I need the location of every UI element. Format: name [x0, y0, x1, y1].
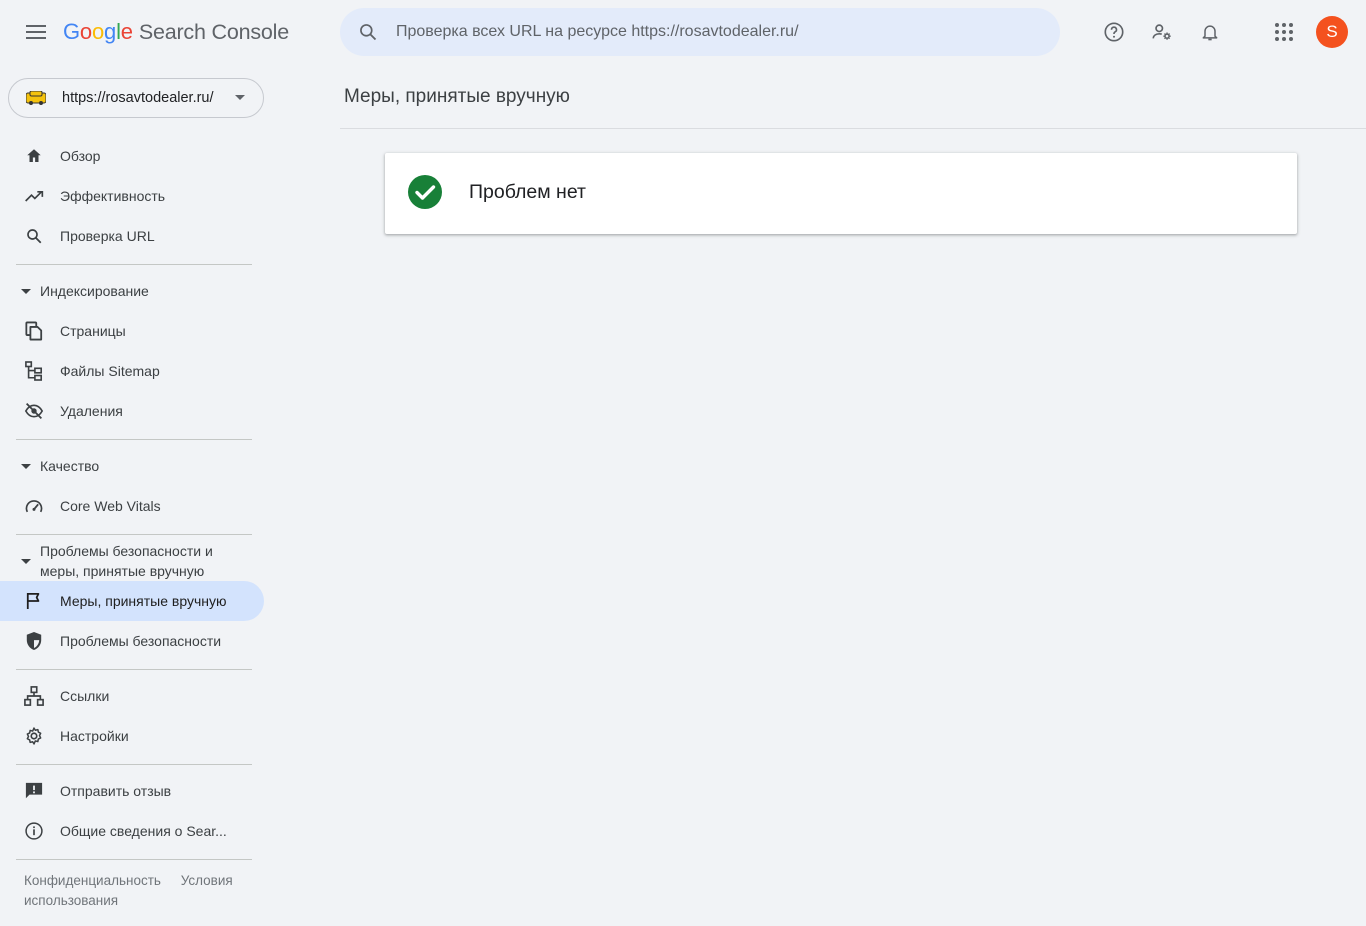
sidebar-section-security[interactable]: Проблемы безопасности и меры, принятые в… [0, 541, 264, 581]
sidebar-item-about[interactable]: Общие сведения о Sear... [0, 811, 264, 851]
sidebar-item-label: Эффективность [60, 188, 166, 204]
manage-users-button[interactable] [1142, 12, 1182, 52]
logo-letter: G [63, 19, 80, 44]
sidebar-item-send-feedback[interactable]: Отправить отзыв [0, 771, 264, 811]
sidebar-item-sitemaps[interactable]: Файлы Sitemap [0, 351, 264, 391]
help-button[interactable] [1094, 12, 1134, 52]
trending-up-icon [24, 186, 44, 206]
search-icon[interactable] [340, 22, 396, 42]
caret-down-icon [21, 463, 31, 469]
caret-down-icon [21, 288, 31, 294]
sidebar-item-manual-actions[interactable]: Меры, принятые вручную [0, 581, 264, 621]
section-title: Проблемы безопасности и меры, принятые в… [40, 543, 213, 579]
site-favicon [25, 87, 47, 109]
section-title: Индексирование [40, 283, 149, 299]
google-apps-button[interactable] [1264, 12, 1304, 52]
page-title: Меры, принятые вручную [344, 86, 570, 107]
sidebar-divider [16, 439, 252, 440]
sidebar-item-removals[interactable]: Удаления [0, 391, 264, 431]
sidebar-item-links[interactable]: Ссылки [0, 676, 264, 716]
apps-icon [1275, 23, 1293, 41]
product-name: Search Console [138, 20, 289, 44]
sidebar-item-performance[interactable]: Эффективность [0, 176, 264, 216]
pages-icon [24, 321, 44, 341]
search-input[interactable] [396, 8, 1060, 56]
home-icon [24, 146, 44, 166]
notifications-button[interactable] [1190, 12, 1230, 52]
flag-icon [24, 591, 44, 611]
sidebar-item-url-inspection[interactable]: Проверка URL [0, 216, 264, 256]
sidebar-item-overview[interactable]: Обзор [0, 136, 264, 176]
sidebar-item-security-issues[interactable]: Проблемы безопасности [0, 621, 264, 661]
links-icon [24, 686, 44, 706]
sidebar-item-core-web-vitals[interactable]: Core Web Vitals [0, 486, 264, 526]
visibility-off-icon [24, 401, 44, 421]
menu-icon [26, 25, 46, 39]
sidebar-item-label: Обзор [60, 148, 101, 164]
info-icon [24, 821, 44, 841]
logo-letter: o [79, 19, 92, 44]
sidebar-divider [16, 264, 252, 265]
sidebar-divider [16, 669, 252, 670]
footer-links: Конфиденциальность Условия использования [24, 871, 254, 911]
logo-letter: e [120, 19, 133, 44]
sidebar-section-quality[interactable]: Качество [0, 456, 264, 476]
url-inspection-search[interactable] [340, 8, 1060, 56]
speed-icon [24, 496, 44, 516]
feedback-icon [24, 781, 44, 801]
sidebar-item-label: Настройки [60, 728, 129, 744]
status-message: Проблем нет [469, 181, 586, 203]
sidebar-divider [16, 859, 252, 860]
logo-letter: o [91, 19, 105, 44]
help-icon [1104, 22, 1124, 42]
sidebar-item-label: Меры, принятые вручную [60, 593, 227, 609]
logo-letter: g [104, 19, 117, 44]
property-selector[interactable]: https://rosavtodealer.ru/ [8, 78, 264, 118]
google-search-console-logo[interactable]: Google Search Console [63, 19, 289, 45]
status-card: Проблем нет [385, 153, 1297, 234]
chevron-down-icon [235, 95, 245, 100]
sidebar-item-label: Ссылки [60, 688, 110, 704]
title-divider [340, 128, 1366, 129]
main-menu-button[interactable] [16, 12, 56, 52]
search-icon [24, 226, 44, 246]
sidebar-item-label: Проверка URL [60, 228, 155, 244]
caret-down-icon [21, 559, 31, 564]
sidebar-divider [16, 534, 252, 535]
sidebar-item-label: Core Web Vitals [60, 498, 161, 514]
sidebar-item-label: Удаления [60, 403, 123, 419]
manage-users-icon [1152, 24, 1171, 40]
sidebar-item-settings[interactable]: Настройки [0, 716, 264, 756]
top-bar: GoogleSearch Console S [0, 0, 1366, 64]
sidebar-item-label: Проблемы безопасности [60, 633, 222, 649]
account-avatar[interactable]: S [1316, 16, 1348, 48]
section-title: Качество [40, 458, 100, 474]
sidebar-section-indexing[interactable]: Индексирование [0, 281, 264, 301]
check-circle-icon [408, 175, 442, 209]
sidebar-item-label: Страницы [60, 323, 126, 339]
sidebar-item-label: Файлы Sitemap [60, 363, 160, 379]
settings-icon [24, 726, 44, 746]
sidebar-item-label: Отправить отзыв [60, 783, 172, 799]
sitemap-icon [24, 361, 44, 381]
shield-icon [24, 631, 44, 651]
property-url: https://rosavtodealer.ru/ [62, 90, 214, 106]
sidebar-item-label: Общие сведения о Sear... [60, 823, 227, 839]
privacy-link[interactable]: Конфиденциальность [24, 873, 161, 888]
sidebar-item-pages[interactable]: Страницы [0, 311, 264, 351]
sidebar-divider [16, 764, 252, 765]
notifications-icon [1202, 25, 1218, 41]
